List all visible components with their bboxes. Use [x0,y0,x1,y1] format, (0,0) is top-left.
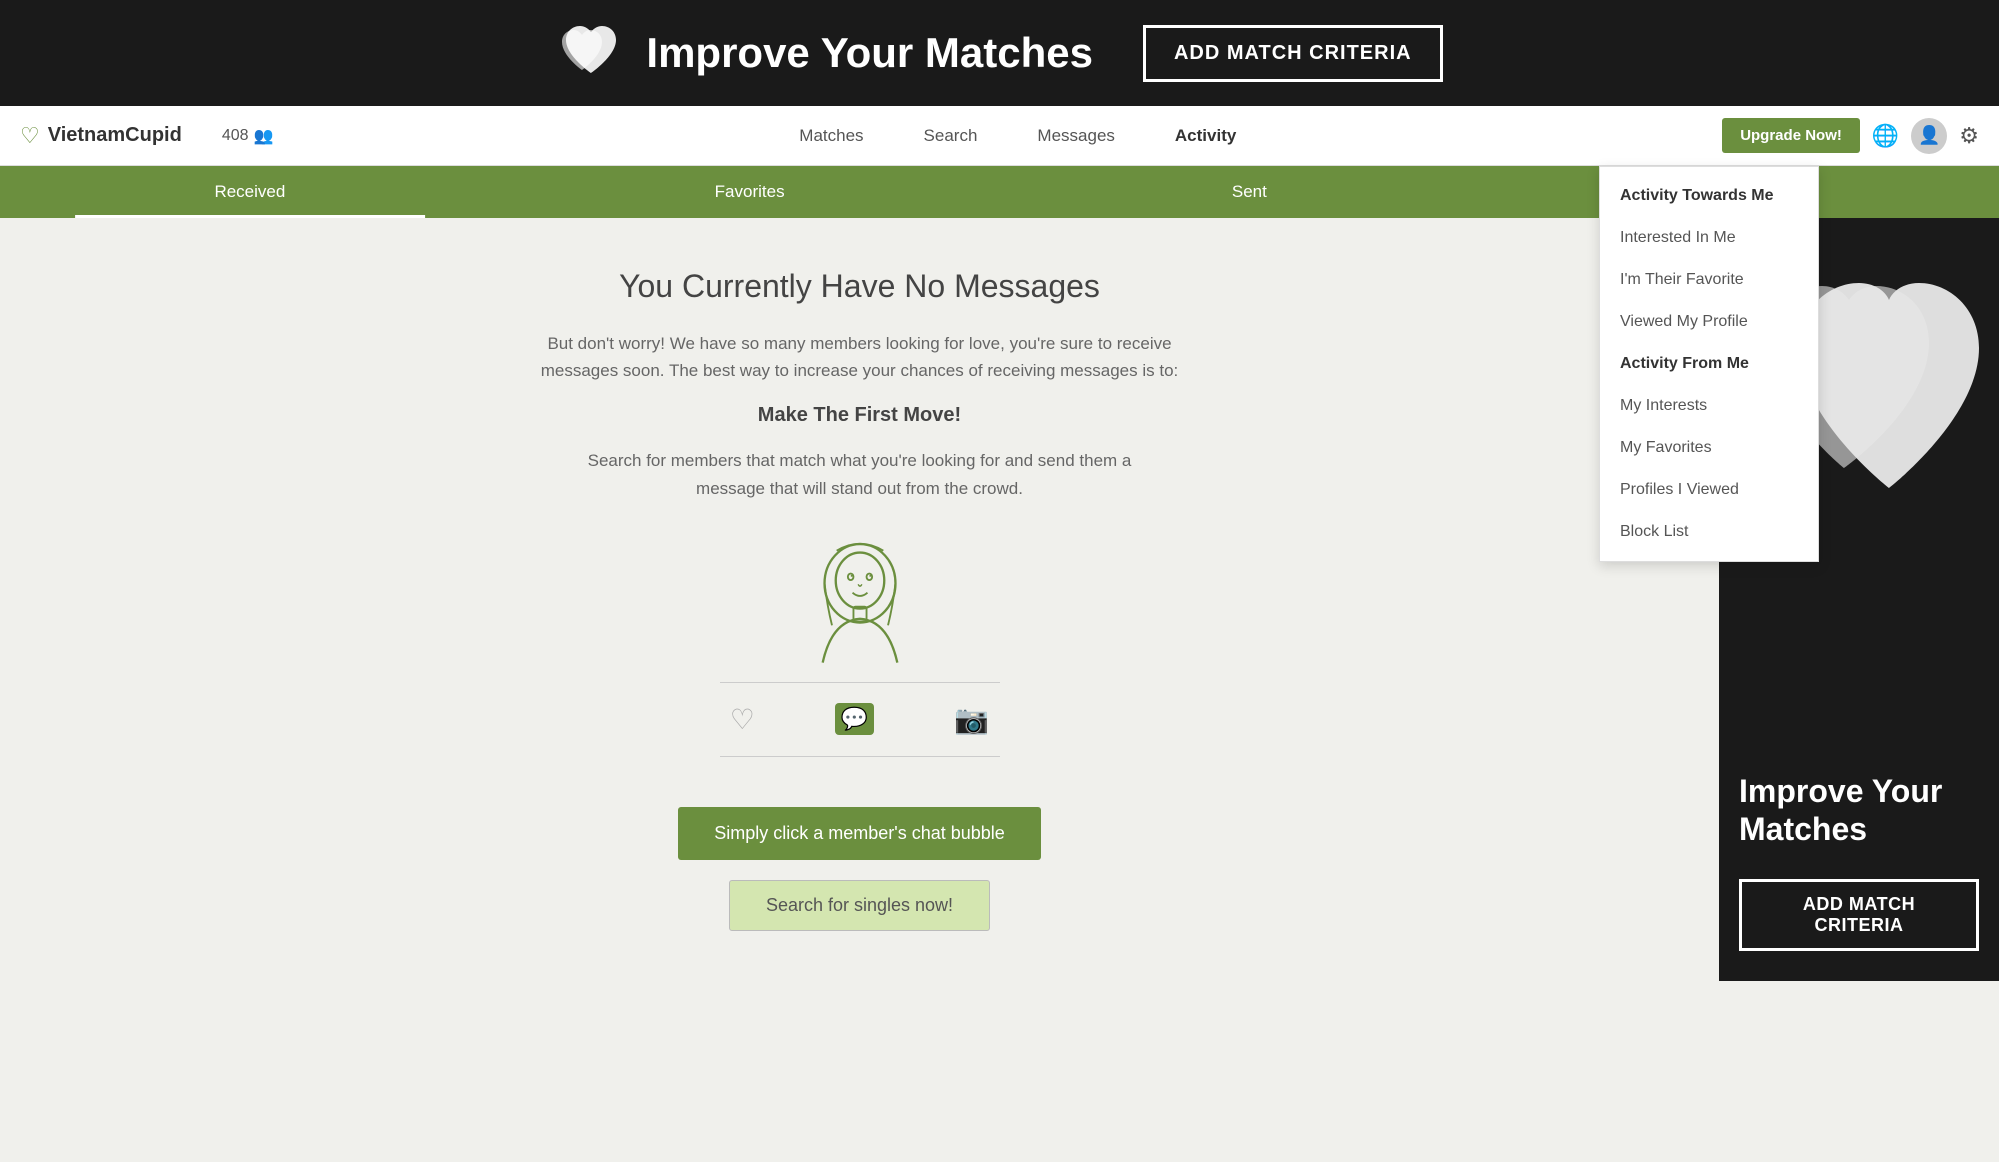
activity-dropdown: Activity Towards Me Interested In Me I'm… [1599,166,1819,562]
nav-link-messages[interactable]: Messages [1037,126,1114,146]
nav-link-activity[interactable]: Activity [1175,126,1236,146]
search-suggestion: Search for members that match what you'r… [560,447,1160,501]
dropdown-item-activity-from-me[interactable]: Activity From Me [1600,343,1818,385]
avatar[interactable]: 👤 [1911,118,1947,154]
banner-title: Improve Your Matches [646,29,1093,77]
dropdown-item-viewed-my-profile[interactable]: Viewed My Profile [1600,301,1818,343]
dropdown-item-activity-towards-me[interactable]: Activity Towards Me [1600,175,1818,217]
logo-text: VietnamCupid [48,124,182,147]
globe-icon[interactable]: 🌐 [1872,123,1899,149]
dropdown-item-block-list[interactable]: Block List [1600,511,1818,553]
sub-nav-received[interactable]: Received [0,166,500,218]
illustration-area: ♡ 💬 📷 [720,532,1000,787]
chat-bubble-icon[interactable]: 💬 [835,703,874,735]
sub-nav-sent[interactable]: Sent [1000,166,1500,218]
logo-area[interactable]: ♡ VietnamCupid [20,123,182,149]
no-messages-desc: But don't worry! We have so many members… [510,330,1210,384]
dropdown-item-my-interests[interactable]: My Interests [1600,385,1818,427]
settings-icon[interactable]: ⚙ [1959,123,1979,149]
camera-icon: 📷 [954,703,989,736]
right-banner-cta-label: ADD MATCHCRITERIA [1803,894,1915,935]
dropdown-item-my-favorites[interactable]: My Favorites [1600,427,1818,469]
match-count[interactable]: 408 👥 [222,126,274,146]
nav-links: Matches Search Messages Activity [313,126,1722,146]
banner-cta-button[interactable]: ADD MATCH CRITERIA [1143,25,1443,82]
heart-icon: ♡ [730,703,755,736]
logo-heart-icon: ♡ [20,123,40,149]
girl-illustration [795,532,925,672]
dropdown-item-profiles-i-viewed[interactable]: Profiles I Viewed [1600,469,1818,511]
nav-bar: ♡ VietnamCupid 408 👥 Matches Search Mess… [0,106,1999,166]
icon-row: ♡ 💬 📷 [720,703,1000,757]
sub-nav-favorites[interactable]: Favorites [500,166,1000,218]
upgrade-button[interactable]: Upgrade Now! [1722,118,1860,153]
banner-heart-icon [556,18,626,88]
nav-link-matches[interactable]: Matches [799,126,863,146]
content-area: You Currently Have No Messages But don't… [0,218,1719,981]
dropdown-item-im-their-favorite[interactable]: I'm Their Favorite [1600,259,1818,301]
no-messages-title: You Currently Have No Messages [619,268,1100,305]
nav-right: Upgrade Now! 🌐 👤 ⚙ [1722,118,1979,154]
top-banner: Improve Your Matches ADD MATCH CRITERIA [0,0,1999,106]
search-singles-button[interactable]: Search for singles now! [729,880,990,931]
nav-link-search[interactable]: Search [924,126,978,146]
match-count-number: 408 [222,127,249,145]
dropdown-item-interested-in-me[interactable]: Interested In Me [1600,217,1818,259]
people-icon: 👥 [254,126,274,146]
first-move-title: Make The First Move! [758,404,961,427]
right-banner-text: Improve Your Matches [1739,772,1979,849]
chat-bubble-button[interactable]: Simply click a member's chat bubble [678,807,1041,860]
right-banner-cta-button[interactable]: ADD MATCHCRITERIA [1739,879,1979,951]
